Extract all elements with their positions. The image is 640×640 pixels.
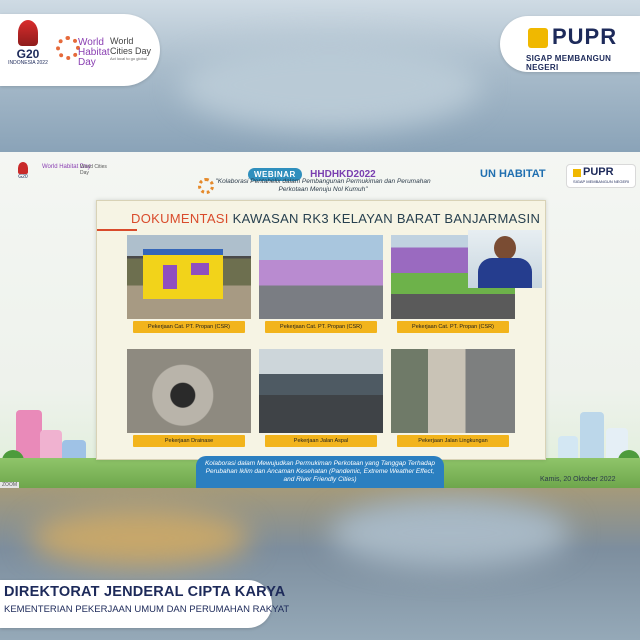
wcd-label: World Cities Day [110, 36, 152, 56]
zoom-tag: ZOOM [0, 482, 19, 488]
photo-caption: Pekerjaan Jalan Aspal [265, 435, 377, 447]
lower-third-subtitle: KEMENTERIAN PEKERJAAN UMUM DAN PERUMAHAN… [4, 604, 290, 615]
blur-shape [30, 508, 250, 568]
g20-label: G20 [16, 47, 40, 61]
slide-title: DOKUMENTASI KAWASAN RK3 KELAYAN BARAT BA… [131, 211, 540, 226]
photo-asphalt-road [259, 349, 383, 433]
webinar-theme: "Kolaborasi Pentahelix dalam Pembangunan… [215, 178, 431, 193]
mini-pupr-tagline: SIGAP MEMBANGUN NEGERI [573, 179, 630, 184]
mini-pupr-logo: PUPR SIGAP MEMBANGUN NEGERI [566, 164, 636, 188]
blur-shape [180, 40, 480, 130]
pupr-word: PUPR [552, 24, 618, 49]
lower-third-title: DIREKTORAT JENDERAL CIPTA KARYA [4, 584, 286, 600]
event-date: Kamis, 20 Oktober 2022 [540, 476, 616, 483]
yellow-house-shape [143, 249, 223, 299]
g20-logo: G20 INDONESIA 2022 [8, 20, 48, 66]
slide-title-rest: KAWASAN RK3 KELAYAN BARAT BANJARMASIN [228, 211, 541, 226]
photo-card: Pekerjaan Cat. PT. Propan (CSR) [127, 235, 251, 337]
window-shape [191, 263, 209, 275]
mini-g20-logo: G20 [14, 162, 32, 180]
habitat-ring-icon [56, 36, 80, 60]
photo-caption: Pekerjaan Cat. PT. Propan (CSR) [397, 321, 509, 333]
pupr-emblem-icon [528, 28, 548, 48]
screen-share-frame: G20 World Habitat Day World Cities Day W… [0, 152, 640, 488]
photo-card: Pekerjaan Jalan Aspal [259, 349, 383, 451]
slide-title-accent [97, 229, 137, 231]
presenter-video-tile[interactable] [468, 230, 542, 288]
theme-ring-icon [198, 178, 214, 194]
mini-g20-emblem-icon [18, 162, 28, 174]
g20-emblem-icon [18, 20, 38, 46]
wcd-tagline: Act local to go global [110, 56, 147, 61]
photo-neighborhood-path [391, 349, 515, 433]
photo-caption: Pekerjaan Cat. PT. Propan (CSR) [133, 321, 245, 333]
theme-banner: Kolaborasi dalam Mewujudkan Permukiman P… [196, 456, 444, 488]
theme-banner-text: Kolaborasi dalam Mewujudkan Permukiman P… [204, 460, 436, 483]
partner-logos: G20 INDONESIA 2022 World Habitat Day Wor… [0, 14, 160, 86]
mini-pupr-word: PUPR [583, 166, 614, 178]
blur-shape [330, 498, 570, 568]
lower-third: DIREKTORAT JENDERAL CIPTA KARYA KEMENTER… [0, 580, 289, 628]
photo-caption: Pekerjaan Cat. PT. Propan (CSR) [265, 321, 377, 333]
presenter-head-shape [494, 236, 516, 260]
whd-label: World Habitat Day [78, 37, 110, 68]
world-habitat-day-logo: World Habitat Day [56, 36, 110, 80]
un-habitat-logo: UN HABITAT [480, 168, 546, 180]
photo-card: Pekerjaan Jalan Lingkungan [391, 349, 515, 451]
inner-partner-logos: G20 World Habitat Day World Cities Day [12, 162, 112, 192]
photo-drainage-work [127, 349, 251, 433]
mini-pupr-emblem-icon [573, 169, 581, 177]
slide-title-highlight: DOKUMENTASI [131, 211, 229, 226]
presenter-body-shape [478, 258, 532, 288]
mini-wcd-label: World Cities Day [80, 164, 107, 176]
g20-sub: INDONESIA 2022 [8, 60, 48, 66]
pupr-logo: PUPR SIGAP MEMBANGUN NEGERI [500, 16, 640, 72]
photo-card: Pekerjaan Drainase [127, 349, 251, 451]
door-shape [163, 265, 177, 289]
photo-painted-street [259, 235, 383, 319]
world-cities-day-logo: World Cities Day Act local to go global [110, 36, 156, 61]
pupr-tagline: SIGAP MEMBANGUN NEGERI [526, 54, 612, 72]
photo-caption: Pekerjaan Jalan Lingkungan [397, 435, 509, 447]
mini-g20-label: G20 [18, 174, 28, 180]
photo-card: Pekerjaan Cat. PT. Propan (CSR) [259, 235, 383, 337]
photo-painted-house [127, 235, 251, 319]
photo-caption: Pekerjaan Drainase [133, 435, 245, 447]
